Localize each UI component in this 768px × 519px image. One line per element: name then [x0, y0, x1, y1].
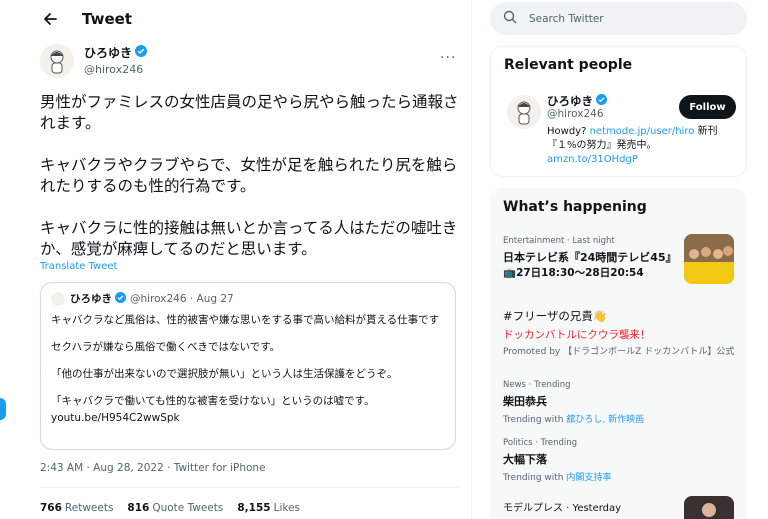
- trend-item[interactable]: News · Trending 柴田恭兵 Trending with 舘ひろし,…: [503, 380, 735, 425]
- verified-badge-icon: [115, 291, 126, 306]
- divider: [40, 487, 460, 488]
- relevant-bio: Howdy? netmode.jp/user/hiro 新刊『１%の努力』発売中…: [547, 126, 718, 165]
- quote-line: 「キャバクラで働いても性的な被害を受けない」というのは嘘です。: [51, 395, 375, 407]
- back-arrow-icon[interactable]: [40, 9, 60, 29]
- author-handle[interactable]: @hirox246: [84, 63, 147, 76]
- bio-link[interactable]: amzn.to/31OHdgP: [547, 154, 638, 165]
- relevant-name[interactable]: ひろゆき: [547, 93, 593, 109]
- trend-thumbnail: [684, 496, 734, 519]
- author-name[interactable]: ひろゆき: [84, 44, 132, 61]
- translate-tweet-link[interactable]: Translate Tweet: [40, 261, 117, 272]
- tweet-author[interactable]: ひろゆき @hirox246: [40, 44, 148, 78]
- relevant-people-title: Relevant people: [504, 57, 633, 73]
- quote-url: youtu.be/H954C2wwSpk: [51, 412, 180, 424]
- quoted-tweet[interactable]: ひろゆき @hirox246 · Aug 27 キャバクラなど風俗は、性的被害や…: [40, 282, 456, 450]
- edge-handle[interactable]: [0, 398, 6, 420]
- quote-line: 「他の仕事が出来ないので選択肢が無い」という人は生活保護をどうぞ。: [51, 368, 398, 380]
- quote-tweets-stat[interactable]: 816 Quote Tweets: [127, 502, 223, 514]
- search-icon: [503, 9, 517, 28]
- verified-badge-icon: [135, 45, 148, 60]
- relevant-people-card: Relevant people ひろゆき @hirox246 Follow Ho…: [490, 46, 747, 177]
- quote-line: セクハラが嫌なら風俗で働くべきではないです。: [51, 341, 281, 353]
- avatar[interactable]: [40, 44, 74, 78]
- relevant-handle[interactable]: @hirox246: [547, 108, 604, 120]
- follow-button[interactable]: Follow: [679, 95, 736, 119]
- trend-item[interactable]: Politics · Trending 大幅下落 Trending with 内…: [503, 438, 735, 483]
- likes-stat[interactable]: 8,155 Likes: [237, 502, 300, 514]
- whats-happening-title: What’s happening: [503, 199, 647, 215]
- search-input[interactable]: Search Twitter: [490, 2, 747, 35]
- verified-badge-icon: [596, 94, 607, 108]
- tweet-paragraph: キャバクラに性的接触は無いとか言ってる人はただの嘘吐きか、感覚が麻痺してるのだと…: [40, 219, 458, 258]
- tweet-timestamp[interactable]: 2:43 AM · Aug 28, 2022 · Twitter for iPh…: [40, 462, 266, 474]
- page-title: Tweet: [82, 10, 132, 28]
- trend-thumbnail: [684, 234, 734, 284]
- search-placeholder: Search Twitter: [529, 12, 604, 25]
- quote-line: キャバクラなど風俗は、性的被害や嫌な思いをする事で高い給料が貰える仕事です: [51, 314, 440, 326]
- quote-avatar: [51, 291, 65, 306]
- tweet-text: 男性がファミレスの女性店員の足やら尻やら触ったら通報されます。 キャバクラやクラ…: [40, 92, 460, 260]
- top-bar: Tweet: [0, 0, 471, 38]
- main-column: Tweet ひろゆき @hirox246 ··· 男性がファミレスの女性店員の足…: [0, 0, 472, 519]
- tweet-paragraph: キャバクラやクラブやらで、女性が足を触られたり尻を触られたりするのも性的行為です…: [40, 156, 458, 195]
- avatar[interactable]: [507, 95, 541, 129]
- quote-meta: @hirox246 · Aug 27: [130, 292, 234, 305]
- tweet-paragraph: 男性がファミレスの女性店員の足やら尻やら触ったら通報されます。: [40, 93, 459, 132]
- retweets-stat[interactable]: 766 Retweets: [40, 502, 113, 514]
- more-options-icon[interactable]: ···: [440, 50, 456, 66]
- trend-item-promoted[interactable]: #フリーザの兄貴👋 ドッカンバトルにクウラ襲来！ Promoted by 【ドラ…: [503, 305, 735, 358]
- quote-author-name: ひろゆき: [70, 293, 112, 305]
- quote-text: キャバクラなど風俗は、性的被害や嫌な思いをする事で高い給料が貰える仕事です セク…: [51, 313, 445, 425]
- whats-happening-card: What’s happening Entertainment · Last ni…: [490, 188, 747, 519]
- tweet-stats: 766 Retweets 816 Quote Tweets 8,155 Likes: [40, 502, 314, 514]
- bio-link[interactable]: netmode.jp/user/hiro: [590, 126, 695, 137]
